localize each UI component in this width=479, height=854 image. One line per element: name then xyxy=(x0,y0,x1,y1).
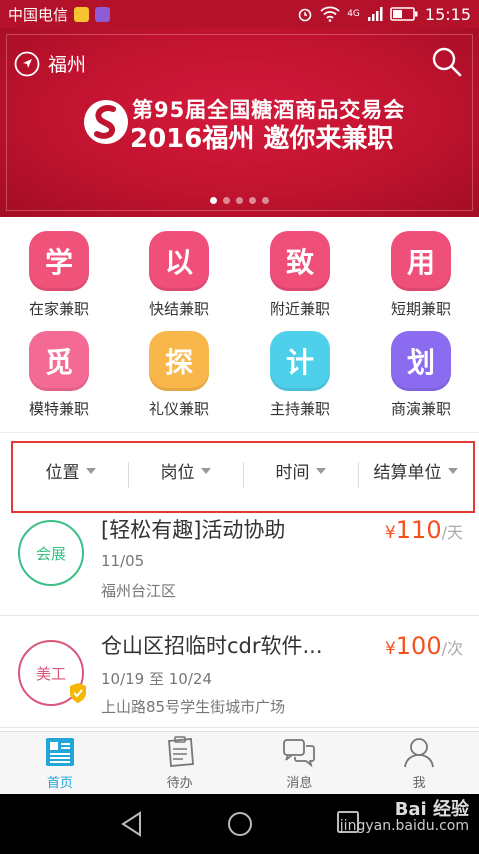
carousel-dot[interactable] xyxy=(236,197,243,204)
job-date: 11/05 xyxy=(101,552,145,570)
category-label: 快结兼职 xyxy=(148,300,209,318)
category-grid: 学 在家兼职 以 快结兼职 致 附近兼职 用 短期兼职 觅 模特兼职 探 礼仪兼… xyxy=(0,217,479,432)
job-price: ¥110/天 xyxy=(385,516,463,544)
tab-home[interactable]: 首页 xyxy=(0,732,120,794)
tab-label: 我 xyxy=(412,775,426,791)
category-icon: 用 xyxy=(391,231,451,291)
highlight-box xyxy=(11,441,475,513)
location-arrow-icon xyxy=(14,51,40,76)
job-address: 上山路85号学生街城市广场 xyxy=(101,698,286,716)
category-icon: 致 xyxy=(270,231,330,291)
back-triangle-icon[interactable] xyxy=(118,810,146,838)
carousel-dot[interactable] xyxy=(210,197,217,204)
home-circle-icon[interactable] xyxy=(226,810,254,838)
event-logo xyxy=(84,100,128,144)
signal-icon xyxy=(367,7,383,21)
category-label: 礼仪兼职 xyxy=(148,400,209,418)
category-quick-pay[interactable]: 以 快结兼职 xyxy=(124,231,234,319)
category-nearby[interactable]: 致 附近兼职 xyxy=(245,231,355,319)
alarm-icon xyxy=(298,8,312,22)
price-unit: /次 xyxy=(441,639,463,658)
category-label: 主持兼职 xyxy=(269,400,330,418)
network-type: 4G xyxy=(347,9,360,19)
image-notification-icon xyxy=(95,6,111,22)
job-category-badge: 会展 xyxy=(18,520,84,586)
category-icon: 以 xyxy=(149,231,209,291)
bottom-tab-bar: 首页 待办 消息 我 xyxy=(0,731,479,794)
badge-label: 美工 xyxy=(35,664,66,683)
job-title: [轻松有趣]活动协助 xyxy=(101,518,286,542)
category-work-from-home[interactable]: 学 在家兼职 xyxy=(4,231,114,319)
job-list: 会展 [轻松有趣]活动协助 11/05 福州台江区 ¥110/天 美工 仓山区招… xyxy=(0,500,479,728)
carousel-dot[interactable] xyxy=(249,197,256,204)
tab-label: 首页 xyxy=(46,775,73,791)
carousel-dots xyxy=(0,197,479,204)
price-currency: ¥ xyxy=(384,523,396,543)
watermark: Bai 经验 jingyan.baidu.com xyxy=(339,799,469,835)
job-date: 10/19 至 10/24 xyxy=(101,670,212,688)
search-icon[interactable] xyxy=(431,46,463,78)
category-label: 附近兼职 xyxy=(269,300,330,318)
carousel-dot[interactable] xyxy=(262,197,269,204)
clock: 15:15 xyxy=(424,4,471,24)
price-currency: ¥ xyxy=(384,639,396,659)
banner-subheadline: 2016福州 邀你来兼职 xyxy=(130,124,394,154)
job-card[interactable]: 会展 [轻松有趣]活动协助 11/05 福州台江区 ¥110/天 xyxy=(0,500,479,616)
filter-section: 位置 岗位 时间 结算单位 xyxy=(0,432,479,514)
tab-label: 消息 xyxy=(286,775,313,791)
category-label: 模特兼职 xyxy=(28,400,89,418)
home-list-icon xyxy=(45,737,74,766)
job-price: ¥100/次 xyxy=(385,632,463,660)
watermark-brand: Bai 经验 xyxy=(394,799,469,820)
watermark-url: jingyan.baidu.com xyxy=(339,818,469,834)
category-model[interactable]: 觅 模特兼职 xyxy=(4,331,114,419)
price-unit: /天 xyxy=(441,523,463,542)
tab-me[interactable]: 我 xyxy=(359,732,479,794)
category-etiquette[interactable]: 探 礼仪兼职 xyxy=(124,331,234,419)
system-nav-bar: Bai 经验 jingyan.baidu.com xyxy=(0,794,479,854)
clipboard-icon xyxy=(167,735,194,767)
price-amount: 100 xyxy=(395,632,442,660)
app-notification-icon xyxy=(74,6,90,22)
category-icon: 学 xyxy=(29,231,89,291)
price-amount: 110 xyxy=(395,516,442,544)
promo-banner[interactable]: 福州 第95届全国糖酒商品交易会 2016福州 邀你来兼职 xyxy=(0,28,479,217)
person-icon xyxy=(404,737,435,767)
tab-label: 待办 xyxy=(166,775,193,791)
category-performance[interactable]: 划 商演兼职 xyxy=(366,331,476,419)
carrier-label: 中国电信 xyxy=(8,5,69,24)
job-title: 仓山区招临时cdr软件... xyxy=(101,634,323,658)
wifi-icon xyxy=(320,6,340,22)
category-host[interactable]: 计 主持兼职 xyxy=(245,331,355,419)
category-label: 短期兼职 xyxy=(390,300,451,318)
category-icon: 划 xyxy=(391,331,451,391)
city-selector[interactable]: 福州 xyxy=(14,50,86,77)
category-icon: 探 xyxy=(149,331,209,391)
category-label: 商演兼职 xyxy=(390,400,451,418)
badge-label: 会展 xyxy=(35,544,66,563)
app-screen: 中国电信 4G 15:15 福州 第95届全国糖酒商品交易会 2016福州 邀你… xyxy=(0,0,479,854)
tab-todo[interactable]: 待办 xyxy=(120,732,240,794)
job-card[interactable]: 美工 仓山区招临时cdr软件... 10/19 至 10/24 上山路85号学生… xyxy=(0,616,479,728)
status-bar: 中国电信 4G 15:15 xyxy=(0,0,479,28)
city-name: 福州 xyxy=(48,54,87,76)
carousel-dot[interactable] xyxy=(223,197,230,204)
job-category-badge: 美工 xyxy=(18,640,86,706)
tab-messages[interactable]: 消息 xyxy=(240,732,360,794)
battery-icon xyxy=(390,7,418,21)
category-short-term[interactable]: 用 短期兼职 xyxy=(366,231,476,319)
category-icon: 计 xyxy=(270,331,330,391)
category-icon: 觅 xyxy=(29,331,89,391)
job-address: 福州台江区 xyxy=(101,582,177,600)
category-label: 在家兼职 xyxy=(28,300,89,318)
verified-shield-icon xyxy=(70,683,86,703)
chat-bubbles-icon xyxy=(283,738,316,767)
